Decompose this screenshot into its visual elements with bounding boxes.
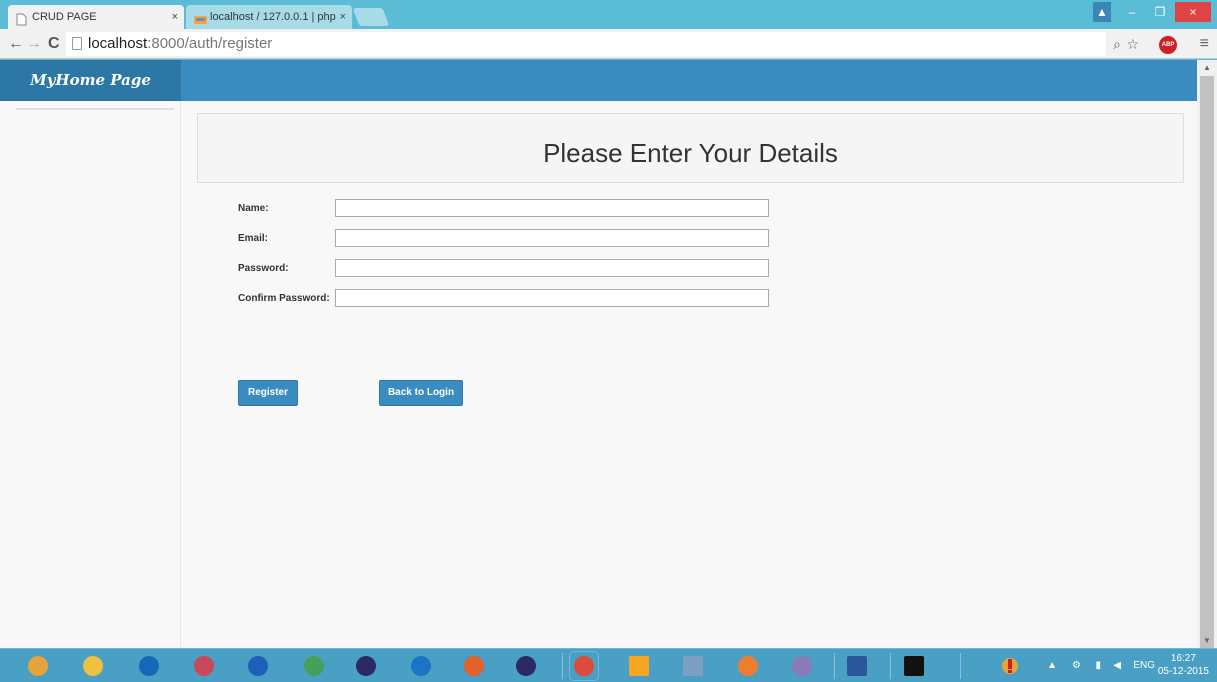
page-scrollbar[interactable]: ▲ ▼ bbox=[1197, 60, 1217, 658]
back-arrow-icon[interactable]: ← bbox=[8, 34, 24, 54]
sublime-text-icon[interactable] bbox=[624, 651, 654, 681]
cmd-icon-glyph bbox=[904, 656, 924, 676]
scrollbar-thumb[interactable] bbox=[1200, 76, 1214, 658]
taskbar-separator bbox=[960, 653, 961, 679]
scroll-down-icon[interactable]: ▼ bbox=[1203, 636, 1211, 645]
cmd-icon[interactable] bbox=[899, 651, 929, 681]
network-tray-icon[interactable]: ⚙ bbox=[1072, 649, 1081, 682]
chrome-menu-icon[interactable]: ≡ bbox=[1200, 36, 1209, 52]
chrome-app-icon-glyph bbox=[28, 656, 48, 676]
google-chrome-icon-glyph bbox=[574, 656, 594, 676]
media-center-icon[interactable] bbox=[299, 651, 329, 681]
user-icon[interactable]: ▲ bbox=[1093, 2, 1111, 22]
page-title: Please Enter Your Details bbox=[543, 138, 838, 168]
eclipse-icon-glyph bbox=[356, 656, 376, 676]
show-hidden-icons-icon[interactable]: ▲ bbox=[1047, 649, 1057, 682]
maximize-icon[interactable]: ❐ bbox=[1147, 2, 1173, 22]
browser-toolbar: ← → C localhost:8000/auth/register ⌕ ☆ ≡ bbox=[0, 29, 1217, 59]
wireshark-icon[interactable] bbox=[243, 651, 273, 681]
zoom-icon[interactable]: ⌕ bbox=[1113, 36, 1121, 52]
sidebar bbox=[0, 101, 181, 648]
snipping-tool-icon-glyph bbox=[194, 656, 214, 676]
address-bar[interactable]: localhost:8000/auth/register bbox=[66, 32, 1106, 56]
tab-crud-page[interactable]: CRUD PAGE × bbox=[8, 5, 184, 29]
new-tab-button[interactable] bbox=[352, 8, 390, 26]
taskbar-separator bbox=[890, 653, 891, 679]
brand-logo[interactable]: MyHome Page bbox=[0, 60, 181, 101]
xampp-icon-glyph bbox=[738, 656, 758, 676]
chrome-app-icon[interactable] bbox=[23, 651, 53, 681]
language-indicator[interactable]: ENG bbox=[1133, 649, 1155, 682]
php-tool-icon[interactable] bbox=[787, 651, 817, 681]
xampp-icon[interactable] bbox=[733, 651, 763, 681]
file-explorer-icon[interactable] bbox=[78, 651, 108, 681]
google-chrome-icon[interactable] bbox=[569, 651, 599, 681]
email-label: Email: bbox=[238, 233, 269, 244]
password-input[interactable] bbox=[335, 259, 769, 277]
register-button[interactable]: Register bbox=[238, 380, 298, 406]
phpmyadmin-icon bbox=[194, 11, 207, 24]
eclipse-2-icon-glyph bbox=[516, 656, 536, 676]
internet-explorer-icon[interactable] bbox=[406, 651, 436, 681]
tab-title: localhost / 127.0.0.1 | php bbox=[210, 11, 336, 23]
tab-title: CRUD PAGE bbox=[32, 11, 97, 23]
media-center-icon-glyph bbox=[304, 656, 324, 676]
windows-taskbar: ▲ ⚙ ▮ ◀ ENG 16:27 05-12-2015 bbox=[0, 648, 1217, 682]
snipping-tool-icon[interactable] bbox=[189, 651, 219, 681]
paint-icon-glyph bbox=[683, 656, 703, 676]
taskbar-separator bbox=[562, 653, 563, 679]
url-text[interactable]: localhost:8000/auth/register bbox=[88, 34, 272, 54]
minimize-icon[interactable]: – bbox=[1119, 2, 1145, 22]
reload-icon[interactable]: C bbox=[48, 34, 60, 54]
page-icon bbox=[16, 11, 27, 26]
word-icon[interactable] bbox=[842, 651, 872, 681]
scroll-up-icon[interactable]: ▲ bbox=[1203, 63, 1211, 72]
action-center-icon[interactable] bbox=[999, 649, 1021, 682]
word-icon-glyph bbox=[847, 656, 867, 676]
system-clock[interactable]: 16:27 05-12-2015 bbox=[1158, 652, 1209, 678]
confirm-password-label: Confirm Password: bbox=[238, 293, 330, 304]
hp-icon[interactable] bbox=[134, 651, 164, 681]
firefox-icon-glyph bbox=[464, 656, 484, 676]
php-tool-icon-glyph bbox=[792, 656, 812, 676]
sidebar-divider bbox=[16, 108, 174, 110]
close-window-icon[interactable]: × bbox=[1175, 2, 1211, 22]
page-icon bbox=[72, 37, 82, 50]
email-input[interactable] bbox=[335, 229, 769, 247]
taskbar-separator bbox=[834, 653, 835, 679]
back-to-login-button[interactable]: Back to Login bbox=[379, 380, 463, 406]
bookmark-star-icon[interactable]: ☆ bbox=[1126, 36, 1139, 52]
file-explorer-icon-glyph bbox=[83, 656, 103, 676]
internet-explorer-icon-glyph bbox=[411, 656, 431, 676]
paint-icon[interactable] bbox=[678, 651, 708, 681]
tab-phpmyadmin[interactable]: localhost / 127.0.0.1 | php × bbox=[186, 5, 352, 29]
firefox-icon[interactable] bbox=[459, 651, 489, 681]
name-input[interactable] bbox=[335, 199, 769, 217]
hp-icon-glyph bbox=[139, 656, 159, 676]
tab-close-icon[interactable]: × bbox=[340, 5, 346, 29]
confirm-password-input[interactable] bbox=[335, 289, 769, 307]
password-label: Password: bbox=[238, 263, 289, 274]
wireshark-icon-glyph bbox=[248, 656, 268, 676]
adblock-plus-icon[interactable]: ABP bbox=[1159, 36, 1177, 54]
clock-date: 05-12-2015 bbox=[1157, 666, 1209, 677]
heading-panel: Please Enter Your Details bbox=[197, 113, 1184, 183]
page-viewport: MyHome Page Please Enter Your Details Na… bbox=[0, 60, 1197, 648]
clock-time: 16:27 bbox=[1170, 653, 1196, 664]
tab-close-icon[interactable]: × bbox=[172, 5, 178, 29]
eclipse-icon[interactable] bbox=[351, 651, 381, 681]
name-label: Name: bbox=[238, 203, 269, 214]
battery-tray-icon[interactable]: ▮ bbox=[1095, 649, 1101, 682]
sublime-text-icon-glyph bbox=[629, 656, 649, 676]
eclipse-2-icon[interactable] bbox=[511, 651, 541, 681]
tab-strip: CRUD PAGE × localhost / 127.0.0.1 | php … bbox=[0, 0, 1217, 29]
forward-arrow-icon[interactable]: → bbox=[26, 34, 42, 54]
volume-tray-icon[interactable]: ◀ bbox=[1113, 649, 1121, 682]
